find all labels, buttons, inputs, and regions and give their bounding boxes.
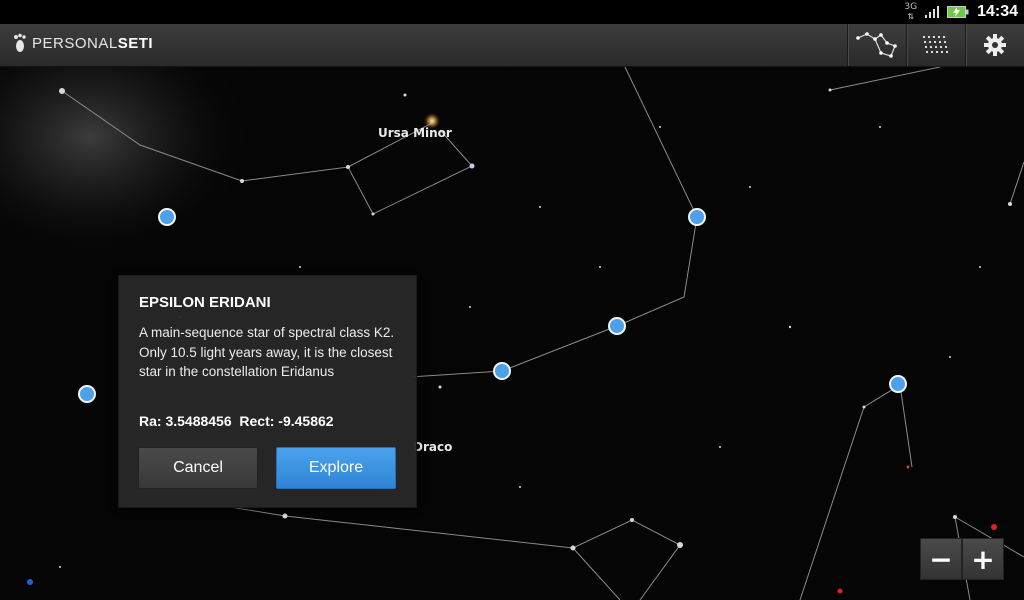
app-bar: PERSONALSETI bbox=[0, 24, 1024, 67]
constellation-label-ursa-minor: Ursa Minor bbox=[378, 126, 452, 140]
brand-name: PERSONALSETI bbox=[32, 34, 154, 52]
constellation-label-draco: Draco bbox=[413, 440, 453, 454]
clock: 14:34 bbox=[977, 3, 1018, 20]
zoom-in-button[interactable]: + bbox=[962, 538, 1004, 580]
status-bar: 3G ⇅ 14:34 bbox=[0, 0, 1024, 24]
star-marker[interactable] bbox=[889, 375, 907, 393]
star-name: EPSILON ERIDANI bbox=[139, 294, 271, 311]
cancel-button[interactable]: Cancel bbox=[138, 447, 258, 489]
star-marker[interactable] bbox=[493, 362, 511, 380]
settings-button[interactable] bbox=[965, 24, 1024, 66]
grid-button[interactable] bbox=[906, 24, 965, 66]
action-bar bbox=[847, 24, 1024, 66]
zoom-controls: − + bbox=[920, 538, 1004, 580]
star-marker[interactable] bbox=[78, 385, 96, 403]
footprint-icon bbox=[14, 33, 26, 52]
constellations-button[interactable] bbox=[847, 24, 906, 66]
battery-charging-icon bbox=[947, 6, 969, 18]
gear-icon bbox=[984, 34, 1006, 56]
star-description: A main-sequence star of spectral class K… bbox=[139, 325, 395, 379]
star-coordinates: Ra: 3.5488456 Rect: -9.45862 bbox=[139, 413, 334, 429]
constellation-icon bbox=[856, 32, 897, 58]
star-info-dialog: EPSILON ERIDANI A main-sequence star of … bbox=[118, 275, 417, 508]
explore-button[interactable]: Explore bbox=[276, 447, 396, 489]
star-marker[interactable] bbox=[688, 208, 706, 226]
star-marker[interactable] bbox=[158, 208, 176, 226]
app-logo: PERSONALSETI bbox=[12, 33, 153, 53]
star-marker[interactable] bbox=[608, 317, 626, 335]
zoom-out-button[interactable]: − bbox=[920, 538, 962, 580]
network-type: 3G ⇅ bbox=[904, 2, 918, 22]
grid-icon bbox=[923, 36, 948, 53]
signal-icon bbox=[925, 6, 940, 18]
galaxy-glow bbox=[0, 67, 260, 267]
